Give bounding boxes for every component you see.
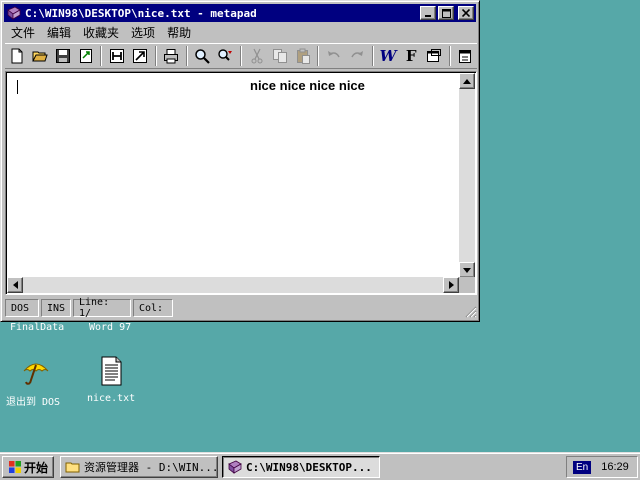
redo-button[interactable] xyxy=(346,45,367,67)
toolbar: W F xyxy=(5,43,477,69)
scroll-down-button[interactable] xyxy=(459,262,475,278)
start-button[interactable]: 开始 xyxy=(2,456,54,478)
toolbar-separator xyxy=(371,46,374,66)
word-wrap-button[interactable]: W xyxy=(378,45,399,67)
metapad-window: C:\WIN98\DESKTOP\nice.txt - metapad 文件 编… xyxy=(0,0,480,322)
settings-button[interactable] xyxy=(455,45,476,67)
transparent-mode-button[interactable] xyxy=(424,45,445,67)
language-indicator[interactable]: En xyxy=(573,460,592,474)
close-button[interactable] xyxy=(458,6,474,20)
launch-viewer-button[interactable] xyxy=(130,45,151,67)
taskbar-explorer-button[interactable]: 资源管理器 - D:\WIN... xyxy=(60,456,218,478)
arrow-up-icon xyxy=(463,78,471,84)
arrow-left-icon xyxy=(12,281,18,289)
umbrella-icon[interactable] xyxy=(20,355,52,387)
text-editor-area[interactable]: nice nice nice nice xyxy=(5,71,477,295)
menu-bar: 文件 编辑 收藏夹 选项 帮助 xyxy=(5,23,197,41)
minimize-button[interactable] xyxy=(420,6,436,20)
cut-button[interactable] xyxy=(246,45,267,67)
metapad-app-icon[interactable] xyxy=(6,5,22,21)
arrow-right-icon xyxy=(448,281,454,289)
toolbar-separator xyxy=(448,46,451,66)
toolbar-separator xyxy=(185,46,188,66)
desktop-icon-label-exit-dos[interactable]: 退出到 DOS xyxy=(6,393,60,408)
menu-help[interactable]: 帮助 xyxy=(161,24,197,41)
taskbar: 开始 资源管理器 - D:\WIN... C:\WIN98\DESKTOP...… xyxy=(0,452,640,480)
menu-favorites[interactable]: 收藏夹 xyxy=(77,24,125,41)
scroll-up-button[interactable] xyxy=(459,73,475,89)
find-button[interactable] xyxy=(192,45,213,67)
toolbar-separator xyxy=(239,46,242,66)
resize-grip-icon[interactable] xyxy=(463,304,477,318)
copy-icon xyxy=(272,49,287,63)
vertical-scrollbar[interactable] xyxy=(459,73,475,278)
task-label-explorer: 资源管理器 - D:\WIN... xyxy=(84,461,218,474)
save-as-icon xyxy=(79,49,92,63)
font-button[interactable]: F xyxy=(401,45,422,67)
insert-button[interactable] xyxy=(106,45,127,67)
status-line: Line: 1/ xyxy=(73,297,131,319)
word-wrap-icon: W xyxy=(379,47,397,65)
frame-icon xyxy=(109,49,124,63)
arrow-down-icon xyxy=(463,267,471,273)
window-icon xyxy=(427,49,442,62)
toolbar-separator xyxy=(154,46,157,66)
text-caret xyxy=(17,80,18,94)
save-as-button[interactable] xyxy=(75,45,96,67)
minimize-icon xyxy=(425,15,431,17)
maximize-button[interactable] xyxy=(438,6,454,20)
status-bar: DOS INS Line: 1/ Col: xyxy=(5,297,477,319)
title-bar[interactable]: C:\WIN98\DESKTOP\nice.txt - metapad xyxy=(4,4,476,22)
printer-icon xyxy=(164,49,179,64)
clock[interactable]: 16:29 xyxy=(601,461,629,473)
maximize-icon xyxy=(441,8,451,18)
menu-edit[interactable]: 编辑 xyxy=(41,24,77,41)
text-file-icon[interactable] xyxy=(95,355,127,387)
scrollbar-corner xyxy=(459,277,475,293)
desktop-label-finaldata[interactable]: FinalData xyxy=(10,322,64,333)
find-replace-icon xyxy=(218,49,233,61)
scissors-icon xyxy=(251,48,263,64)
toolbar-separator xyxy=(317,46,320,66)
new-file-button[interactable] xyxy=(6,45,27,67)
task-label-metapad: C:\WIN98\DESKTOP... xyxy=(246,460,372,474)
replace-button[interactable] xyxy=(215,45,236,67)
document-text[interactable]: nice nice nice nice xyxy=(250,78,365,93)
open-folder-icon xyxy=(31,51,48,62)
window-title: C:\WIN98\DESKTOP\nice.txt - metapad xyxy=(25,6,257,20)
print-button[interactable] xyxy=(161,45,182,67)
status-insert-mode: INS xyxy=(41,299,71,317)
desktop-label-word97[interactable]: Word 97 xyxy=(89,322,131,333)
magnifier-icon xyxy=(195,49,211,64)
system-tray: En 16:29 xyxy=(566,456,638,478)
desktop-icon-label-nice-txt[interactable]: nice.txt xyxy=(87,393,135,404)
folder-icon xyxy=(65,462,80,473)
taskbar-metapad-button[interactable]: C:\WIN98\DESKTOP... xyxy=(222,456,380,478)
redo-icon xyxy=(351,51,363,58)
scroll-right-button[interactable] xyxy=(443,277,459,293)
toolbar-separator xyxy=(100,46,103,66)
copy-button[interactable] xyxy=(269,45,290,67)
open-file-button[interactable] xyxy=(29,45,50,67)
start-label: 开始 xyxy=(23,460,48,475)
paste-button[interactable] xyxy=(292,45,313,67)
menu-options[interactable]: 选项 xyxy=(125,24,161,41)
status-format: DOS xyxy=(5,299,39,317)
paste-icon xyxy=(296,48,310,64)
windows-logo-icon xyxy=(8,461,21,473)
properties-icon xyxy=(459,50,472,63)
scroll-left-button[interactable] xyxy=(7,277,23,293)
font-icon: F xyxy=(405,47,417,65)
save-button[interactable] xyxy=(52,45,73,67)
new-file-icon xyxy=(11,48,23,64)
menu-file[interactable]: 文件 xyxy=(5,24,41,41)
close-icon xyxy=(462,9,470,17)
metapad-task-icon xyxy=(228,460,242,474)
launch-icon xyxy=(133,49,148,63)
undo-button[interactable] xyxy=(323,45,344,67)
undo-icon xyxy=(327,51,340,58)
status-col: Col: xyxy=(133,299,173,317)
save-icon xyxy=(55,49,70,63)
horizontal-scrollbar[interactable] xyxy=(7,277,459,293)
